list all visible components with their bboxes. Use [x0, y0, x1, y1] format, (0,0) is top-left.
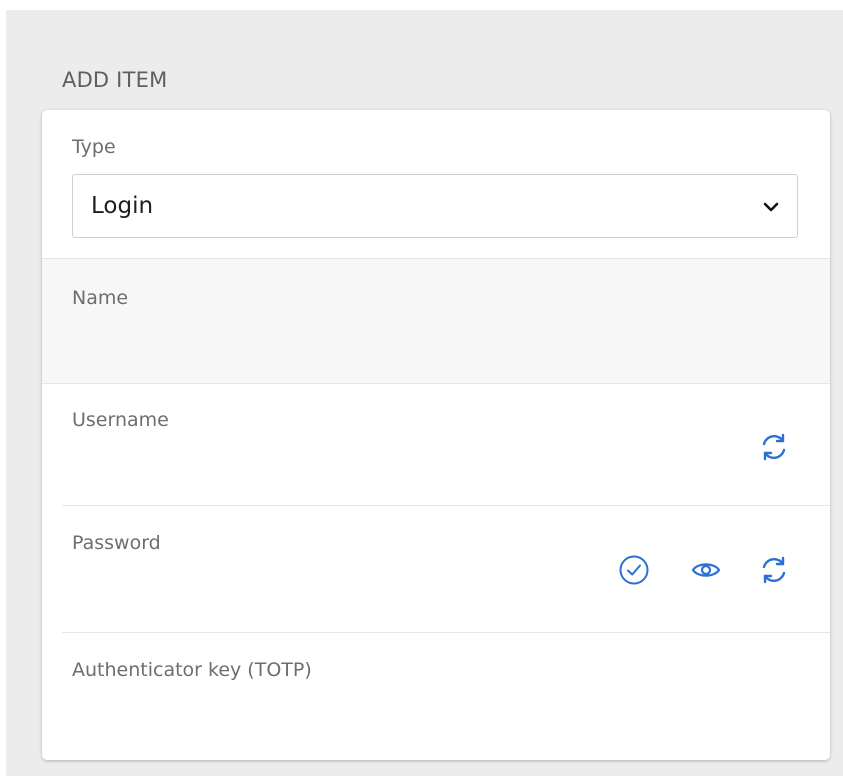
username-label: Username [72, 409, 169, 431]
username-field[interactable]: Username [62, 383, 830, 506]
type-row: Type Login [42, 110, 830, 258]
totp-field[interactable]: Authenticator key (TOTP) [42, 633, 830, 760]
add-item-card: Type Login Name Username Password Authen… [42, 110, 830, 760]
name-label: Name [72, 287, 129, 309]
name-field[interactable]: Name [42, 258, 830, 384]
type-select[interactable]: Login [72, 174, 798, 238]
password-label: Password [72, 532, 161, 554]
generate-username-refresh-icon[interactable] [758, 431, 790, 463]
section-title: ADD ITEM [62, 68, 168, 92]
toggle-password-eye-icon[interactable] [690, 554, 722, 586]
page-background: ADD ITEM Type Login Name Username Passwo… [6, 10, 843, 776]
generate-password-refresh-icon[interactable] [758, 554, 790, 586]
totp-label: Authenticator key (TOTP) [72, 659, 312, 681]
chevron-down-icon [763, 199, 779, 215]
password-field[interactable]: Password [62, 506, 830, 633]
check-password-check-circle-icon[interactable] [618, 554, 650, 586]
type-label: Type [72, 136, 116, 158]
type-select-value: Login [91, 193, 154, 219]
